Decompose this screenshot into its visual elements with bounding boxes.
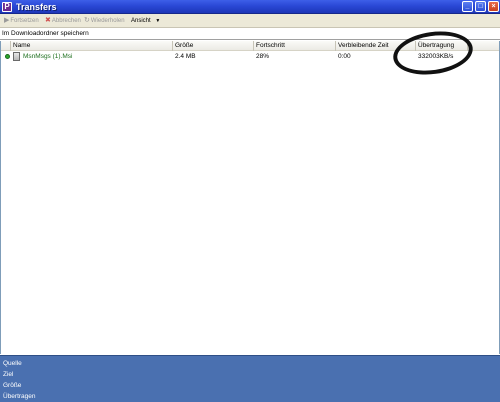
maximize-button[interactable]: □ bbox=[475, 1, 486, 12]
resume-label: Fortsetzen bbox=[10, 18, 39, 24]
save-location-text: Im Downloadordner speichern bbox=[2, 30, 89, 37]
cancel-button[interactable]: ✖Abbrechen bbox=[45, 16, 81, 26]
column-header-name[interactable]: Name bbox=[11, 41, 173, 51]
retry-label: Wiederholen bbox=[90, 18, 125, 24]
title-bar[interactable]: P Transfers _ □ × bbox=[0, 0, 500, 14]
toolbar: ▶Fortsetzen ✖Abbrechen ↻Wiederholen Ansi… bbox=[0, 14, 500, 28]
cancel-label: Abbrechen bbox=[51, 18, 81, 24]
source-label: Quelle bbox=[3, 360, 22, 367]
file-size: 2.4 MB bbox=[175, 53, 196, 60]
status-indicator-icon bbox=[5, 54, 10, 59]
retry-icon: ↻ bbox=[84, 17, 90, 24]
column-header-size[interactable]: Größe bbox=[173, 41, 254, 51]
close-button[interactable]: × bbox=[488, 1, 499, 12]
column-header-status[interactable] bbox=[1, 41, 11, 51]
retry-button[interactable]: ↻Wiederholen bbox=[84, 16, 125, 26]
target-label: Ziel bbox=[3, 371, 14, 378]
file-name: MsnMsgs (1).Msi bbox=[23, 53, 73, 60]
transfer-details-panel: Quelle Ziel Größe Übertragen bbox=[0, 355, 500, 402]
transfer-progress: 28% bbox=[256, 53, 270, 60]
resume-button[interactable]: ▶Fortsetzen bbox=[4, 16, 39, 26]
window-title: Transfers bbox=[16, 2, 57, 12]
chevron-down-icon: ▼ bbox=[155, 18, 161, 24]
time-remaining: 0:00 bbox=[338, 53, 351, 60]
size-label: Größe bbox=[3, 382, 22, 389]
app-icon: P bbox=[2, 2, 12, 12]
play-icon: ▶ bbox=[4, 17, 10, 24]
minimize-button[interactable]: _ bbox=[462, 1, 473, 12]
column-header-progress[interactable]: Fortschritt bbox=[254, 41, 336, 51]
transferred-label: Übertragen bbox=[3, 393, 36, 400]
transfer-list[interactable]: Name Größe Fortschritt Verbleibende Zeit… bbox=[0, 26, 500, 354]
file-icon bbox=[13, 52, 20, 61]
cancel-icon: ✖ bbox=[45, 17, 51, 24]
view-label: Ansicht bbox=[131, 18, 151, 24]
view-menu-button[interactable]: Ansicht ▼ bbox=[131, 16, 160, 26]
